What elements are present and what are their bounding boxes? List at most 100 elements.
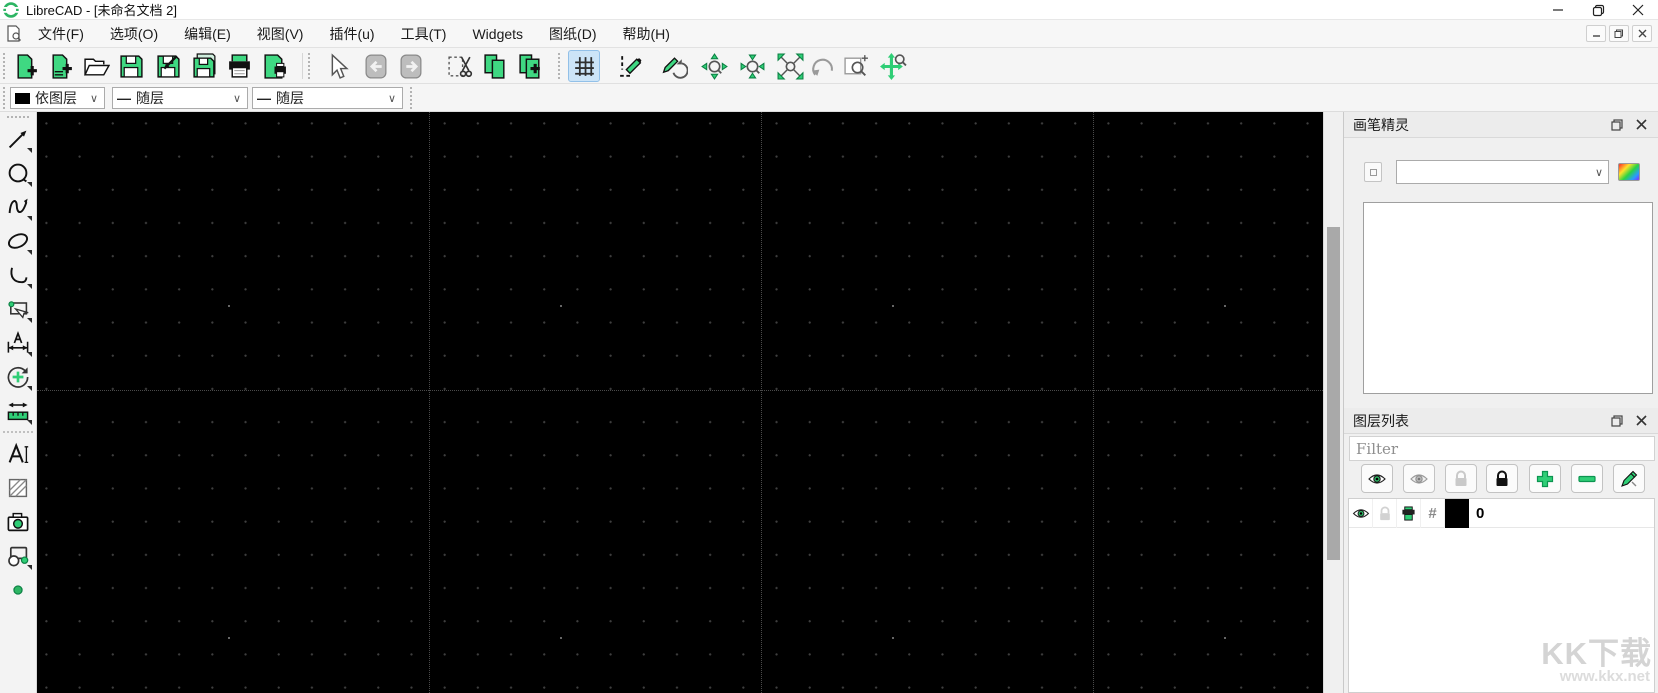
scrollbar-thumb[interactable]	[1327, 227, 1340, 560]
menu-options[interactable]: 选项(O)	[100, 20, 168, 48]
cut-button[interactable]	[444, 50, 476, 82]
new-document-button[interactable]	[10, 50, 42, 82]
menu-view[interactable]: 视图(V)	[247, 20, 314, 48]
pen-linetype-combo[interactable]: — 随层 ∨	[252, 87, 403, 109]
select-entities-tool-button[interactable]	[3, 292, 33, 325]
pen-color-combo[interactable]: 依图层 ∨	[10, 87, 105, 109]
curve-tool-button[interactable]	[3, 258, 33, 291]
mdi-minimize-button[interactable]	[1586, 25, 1606, 42]
menu-plugins[interactable]: 插件(u)	[319, 20, 384, 48]
undo-button[interactable]	[360, 50, 392, 82]
text-tool-button[interactable]	[3, 437, 33, 470]
layer-filter-input[interactable]	[1349, 436, 1655, 461]
layer-construction-toggle[interactable]: #	[1421, 498, 1445, 528]
layer-print-toggle[interactable]	[1397, 498, 1421, 528]
toolbar-drag-handle[interactable]	[558, 53, 562, 79]
menu-file[interactable]: 文件(F)	[28, 20, 94, 48]
circle-tool-button[interactable]	[3, 156, 33, 189]
new-document-icon	[16, 53, 37, 79]
modify-tool-button[interactable]	[3, 360, 33, 393]
menu-tools[interactable]: 工具(T)	[391, 20, 457, 48]
mdi-restore-button[interactable]	[1609, 25, 1629, 42]
hash-icon: #	[1428, 504, 1437, 522]
layer-list-close-button[interactable]	[1633, 413, 1649, 429]
open-file-button[interactable]	[80, 50, 112, 82]
layer-lock-toggle[interactable]	[1373, 498, 1397, 528]
layer-color-swatch[interactable]	[1445, 498, 1469, 528]
save-button[interactable]	[115, 50, 147, 82]
draft-mode-button[interactable]	[614, 50, 646, 82]
point-tool-button[interactable]	[3, 573, 33, 606]
layer-name: 0	[1476, 504, 1485, 522]
copy-button[interactable]	[479, 50, 511, 82]
paste-button[interactable]	[514, 50, 546, 82]
toolbar-drag-handle[interactable]	[3, 87, 7, 109]
image-tool-button[interactable]	[3, 505, 33, 538]
toolbar-drag-handle[interactable]	[410, 87, 414, 109]
menu-help[interactable]: 帮助(H)	[612, 20, 679, 48]
zoom-out-button[interactable]	[736, 50, 768, 82]
hide-all-layers-button[interactable]	[1403, 464, 1435, 493]
edit-layer-button[interactable]	[1613, 464, 1645, 493]
palette-drag-handle[interactable]	[7, 116, 29, 120]
toolbar-drag-handle[interactable]	[3, 53, 7, 79]
hatch-tool-button[interactable]	[3, 471, 33, 504]
zoom-auto-button[interactable]	[774, 50, 806, 82]
save-as-button[interactable]	[152, 50, 184, 82]
select-tool-button[interactable]	[320, 50, 352, 82]
print-button[interactable]	[223, 50, 255, 82]
redraw-button[interactable]	[658, 50, 690, 82]
save-all-button[interactable]	[188, 50, 220, 82]
pen-wizard-close-button[interactable]	[1633, 117, 1649, 133]
pen-width-combo[interactable]: — 随层 ∨	[112, 87, 248, 109]
minimize-icon	[1553, 9, 1563, 11]
layer-visibility-toggle[interactable]	[1349, 498, 1373, 528]
zoom-window-button[interactable]	[840, 50, 872, 82]
canvas-vertical-scrollbar[interactable]	[1323, 112, 1343, 693]
grid-toggle-button[interactable]	[568, 50, 600, 82]
add-layer-button[interactable]	[1529, 464, 1561, 493]
pen-wizard-float-button[interactable]	[1609, 117, 1625, 133]
pen-wizard-list[interactable]	[1363, 202, 1653, 394]
layer-row[interactable]: # 0	[1349, 498, 1654, 528]
remove-layer-button[interactable]	[1571, 464, 1603, 493]
save-icon	[119, 54, 143, 78]
lock-all-layers-button[interactable]	[1486, 464, 1518, 493]
zoom-pan-button[interactable]	[877, 50, 909, 82]
show-all-layers-button[interactable]	[1361, 464, 1393, 493]
toolbar-drag-handle[interactable]	[308, 53, 312, 79]
unlock-all-layers-button[interactable]	[1445, 464, 1477, 493]
color-picker-button[interactable]	[1618, 163, 1640, 181]
layer-list-title: 图层列表	[1353, 412, 1409, 429]
restore-button[interactable]	[1578, 0, 1618, 20]
zoom-previous-button[interactable]	[807, 50, 839, 82]
float-panel-icon	[1611, 414, 1623, 427]
linewidth-sample: —	[117, 90, 131, 106]
grid-icon	[574, 56, 594, 76]
menu-drawings[interactable]: 图纸(D)	[539, 20, 606, 48]
ellipse-tool-button[interactable]	[3, 224, 33, 257]
zoom-in-button[interactable]	[698, 50, 730, 82]
minimize-button[interactable]	[1538, 0, 1578, 20]
minus-icon	[1578, 475, 1596, 482]
pen-wizard-combo[interactable]: ∨	[1396, 160, 1609, 184]
dimension-tool-button[interactable]	[3, 326, 33, 359]
save-as-icon	[156, 54, 180, 78]
layer-list-float-button[interactable]	[1609, 413, 1625, 429]
spline-tool-button[interactable]	[3, 190, 33, 223]
print-preview-button[interactable]	[258, 50, 290, 82]
mdi-close-button[interactable]	[1632, 25, 1652, 42]
drawing-canvas[interactable]	[37, 112, 1323, 693]
block-tool-button[interactable]	[3, 539, 33, 572]
new-from-template-button[interactable]	[45, 50, 77, 82]
menu-edit[interactable]: 编辑(E)	[174, 20, 241, 48]
close-button[interactable]	[1618, 0, 1658, 20]
measure-tool-button[interactable]	[3, 394, 33, 427]
line-tool-button[interactable]	[3, 122, 33, 155]
zoom-window-icon	[843, 54, 868, 76]
dock-splitter[interactable]	[1344, 394, 1658, 408]
redo-button[interactable]	[395, 50, 427, 82]
pen-wizard-apply-button[interactable]	[1364, 162, 1382, 182]
menu-widgets[interactable]: Widgets	[462, 22, 533, 46]
cut-icon	[447, 55, 472, 77]
